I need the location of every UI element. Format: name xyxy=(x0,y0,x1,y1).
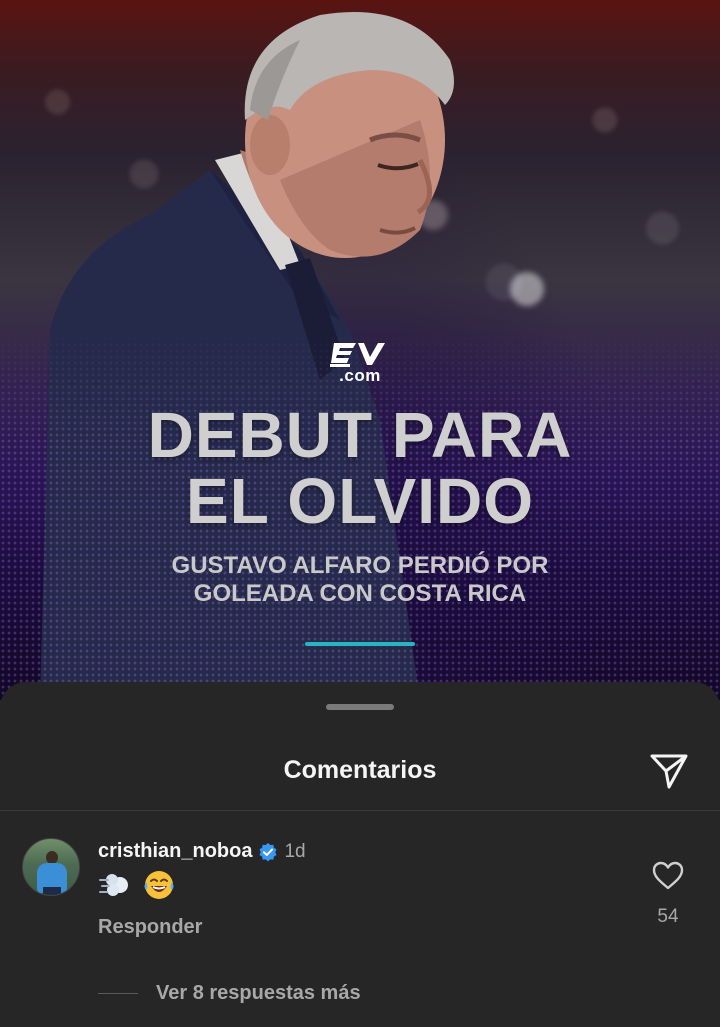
like-button[interactable] xyxy=(650,858,686,892)
comment-meta: cristhian_noboa 1d xyxy=(98,840,306,863)
share-button[interactable] xyxy=(646,748,692,794)
comment-item: cristhian_noboa 1d Responder 54 xyxy=(0,832,720,952)
header-divider xyxy=(0,810,720,811)
instagram-comments-screen: .com DEBUT PARA EL OLVIDO GUSTAVO ALFARO… xyxy=(0,0,720,1027)
avatar[interactable] xyxy=(22,838,80,896)
comment-time: 1d xyxy=(284,840,306,862)
paper-plane-icon xyxy=(650,754,688,789)
headline-line: EL OLVIDO xyxy=(186,465,534,537)
subheadline-line: GOLEADA CON COSTA RICA xyxy=(193,580,527,607)
verified-badge-icon xyxy=(258,842,278,862)
view-replies-button[interactable]: Ver 8 respuestas más xyxy=(98,982,361,1005)
post-headline: DEBUT PARA EL OLVIDO xyxy=(0,402,720,534)
comment-username[interactable]: cristhian_noboa xyxy=(98,840,252,863)
comments-sheet: Comentarios cristhian_noboa 1d Responder… xyxy=(0,682,720,1027)
post-image: .com DEBUT PARA EL OLVIDO GUSTAVO ALFARO… xyxy=(0,0,720,700)
ecuavisa-logo: .com xyxy=(320,340,400,386)
like-count: 54 xyxy=(657,906,679,927)
headline-line: DEBUT PARA xyxy=(147,399,573,471)
post-subheadline: GUSTAVO ALFARO PERDIÓ POR GOLEADA CON CO… xyxy=(0,552,720,608)
heart-outline-icon xyxy=(652,861,684,889)
view-replies-label: Ver 8 respuestas más xyxy=(156,982,361,1004)
comment-text xyxy=(98,868,176,902)
tears-of-joy-emoji-icon xyxy=(142,868,176,902)
logo-text: .com xyxy=(339,366,381,385)
subheadline-line: GUSTAVO ALFARO PERDIÓ POR xyxy=(171,552,549,579)
ev-logo-icon xyxy=(330,343,385,367)
dash-emoji-icon xyxy=(98,868,132,902)
reply-button[interactable]: Responder xyxy=(98,916,202,939)
accent-divider xyxy=(305,642,415,646)
sheet-title: Comentarios xyxy=(283,756,437,784)
replies-line xyxy=(98,993,138,994)
drag-handle[interactable] xyxy=(326,704,394,710)
